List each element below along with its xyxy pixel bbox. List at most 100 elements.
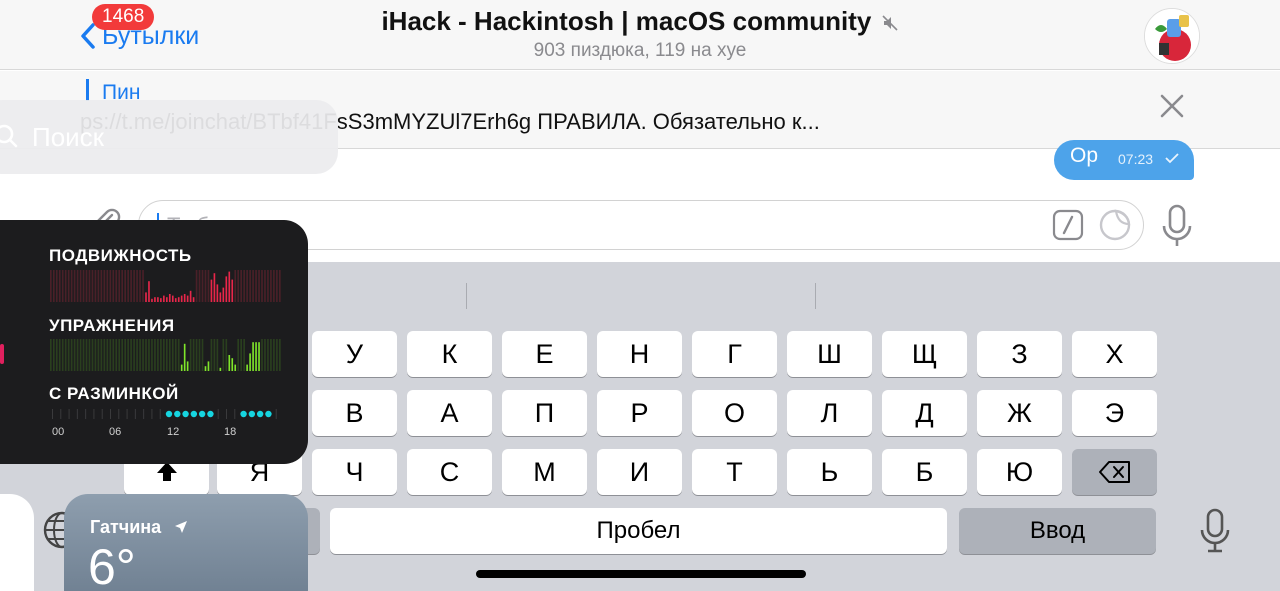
key[interactable]: З bbox=[977, 331, 1062, 377]
group-avatar[interactable] bbox=[1144, 8, 1200, 64]
key[interactable]: Г bbox=[692, 331, 777, 377]
backspace-key[interactable] bbox=[1072, 449, 1157, 495]
key[interactable]: Ю bbox=[977, 449, 1062, 495]
exercise-chart bbox=[50, 339, 281, 371]
stand-hour-mark bbox=[234, 409, 236, 419]
activity-bar bbox=[192, 339, 195, 371]
activity-bar bbox=[222, 339, 225, 371]
chat-title[interactable]: iHack - Hackintosh | macOS community bbox=[0, 6, 1280, 37]
activity-bar bbox=[82, 270, 85, 302]
activity-bar bbox=[142, 339, 144, 371]
slash-command-icon[interactable] bbox=[1052, 209, 1084, 241]
activity-bar bbox=[139, 339, 141, 371]
activity-bar bbox=[231, 358, 234, 371]
activity-bar bbox=[166, 339, 168, 371]
home-indicator[interactable] bbox=[476, 570, 806, 578]
key[interactable]: Ь bbox=[787, 449, 872, 495]
key[interactable]: К bbox=[407, 331, 492, 377]
activity-bar bbox=[216, 339, 219, 371]
stand-hour-mark bbox=[143, 409, 145, 419]
key[interactable]: В bbox=[312, 390, 397, 436]
stand-label: С РАЗМИНКОЙ bbox=[49, 384, 179, 403]
key[interactable]: У bbox=[312, 331, 397, 377]
key[interactable]: Х bbox=[1072, 331, 1157, 377]
stand-hour-mark bbox=[190, 410, 198, 418]
key[interactable]: С bbox=[407, 449, 492, 495]
activity-bar bbox=[243, 339, 245, 371]
move-chart bbox=[50, 270, 281, 302]
activity-bar bbox=[270, 339, 272, 371]
key[interactable]: П bbox=[502, 390, 587, 436]
key[interactable]: М bbox=[502, 449, 587, 495]
activity-bar bbox=[97, 339, 100, 371]
key[interactable]: Т bbox=[692, 449, 777, 495]
close-icon[interactable] bbox=[1158, 92, 1186, 120]
key[interactable]: Ч bbox=[312, 449, 397, 495]
activity-bar bbox=[145, 339, 147, 371]
activity-bar bbox=[204, 366, 207, 371]
stand-hour-mark bbox=[85, 409, 87, 419]
activity-bar bbox=[55, 339, 58, 371]
activity-bar bbox=[198, 339, 201, 371]
activity-bar bbox=[261, 270, 263, 302]
weather-temperature: 6° bbox=[88, 539, 136, 591]
activity-bar bbox=[73, 270, 76, 302]
activity-bar bbox=[177, 339, 180, 371]
microphone-icon[interactable] bbox=[1160, 204, 1194, 248]
stand-hour-mark bbox=[240, 410, 247, 418]
key[interactable]: Д bbox=[882, 390, 967, 436]
space-key[interactable]: Пробел bbox=[330, 508, 947, 554]
activity-bar bbox=[234, 364, 237, 371]
activity-bar bbox=[88, 339, 91, 371]
activity-bar bbox=[189, 339, 192, 371]
activity-bar bbox=[163, 295, 165, 302]
activity-bar bbox=[124, 339, 126, 371]
activity-bar bbox=[112, 339, 115, 371]
return-key[interactable]: Ввод bbox=[959, 508, 1156, 554]
activity-bar bbox=[240, 339, 242, 371]
activity-bar bbox=[222, 287, 225, 302]
activity-bar bbox=[171, 339, 174, 371]
key[interactable]: О bbox=[692, 390, 777, 436]
activity-bar bbox=[225, 276, 228, 302]
activity-bar bbox=[228, 355, 231, 371]
activity-bar bbox=[94, 270, 97, 302]
activity-bar bbox=[234, 270, 237, 302]
key[interactable]: Е bbox=[502, 331, 587, 377]
pinned-indicator bbox=[86, 79, 89, 101]
key[interactable]: Э bbox=[1072, 390, 1157, 436]
activity-bar bbox=[210, 339, 213, 371]
key[interactable]: Р bbox=[597, 390, 682, 436]
stand-hour-mark bbox=[68, 409, 70, 419]
activity-bar bbox=[243, 270, 245, 302]
stand-hour-mark bbox=[182, 410, 189, 418]
key[interactable]: Ж bbox=[977, 390, 1062, 436]
activity-bar bbox=[168, 294, 171, 302]
key[interactable]: А bbox=[407, 390, 492, 436]
activity-bar bbox=[246, 270, 248, 302]
activity-bar bbox=[130, 339, 132, 371]
sticker-icon[interactable] bbox=[1098, 208, 1132, 242]
suggestion-divider bbox=[815, 283, 816, 309]
activity-bar bbox=[136, 339, 138, 371]
key[interactable]: Б bbox=[882, 449, 967, 495]
activity-bar bbox=[177, 297, 180, 302]
speaker-muted-icon bbox=[881, 15, 898, 31]
activity-bar bbox=[70, 270, 73, 302]
dictation-mic-icon[interactable] bbox=[1198, 508, 1232, 554]
activity-bar bbox=[76, 339, 79, 371]
key[interactable]: Н bbox=[597, 331, 682, 377]
stand-hour-mark bbox=[93, 409, 95, 419]
activity-bar bbox=[154, 297, 156, 302]
key[interactable]: Ш bbox=[787, 331, 872, 377]
key[interactable]: Л bbox=[787, 390, 872, 436]
activity-bar bbox=[154, 339, 156, 371]
key[interactable]: Щ bbox=[882, 331, 967, 377]
message-bubble[interactable]: Ор 07:23 bbox=[1054, 140, 1194, 180]
activity-bar bbox=[204, 270, 207, 302]
activity-hour-ticks: 00 06 12 18 bbox=[50, 426, 290, 440]
activity-bar bbox=[127, 270, 129, 302]
key[interactable]: И bbox=[597, 449, 682, 495]
activity-bar bbox=[109, 270, 112, 302]
stand-hour-mark bbox=[60, 409, 62, 419]
